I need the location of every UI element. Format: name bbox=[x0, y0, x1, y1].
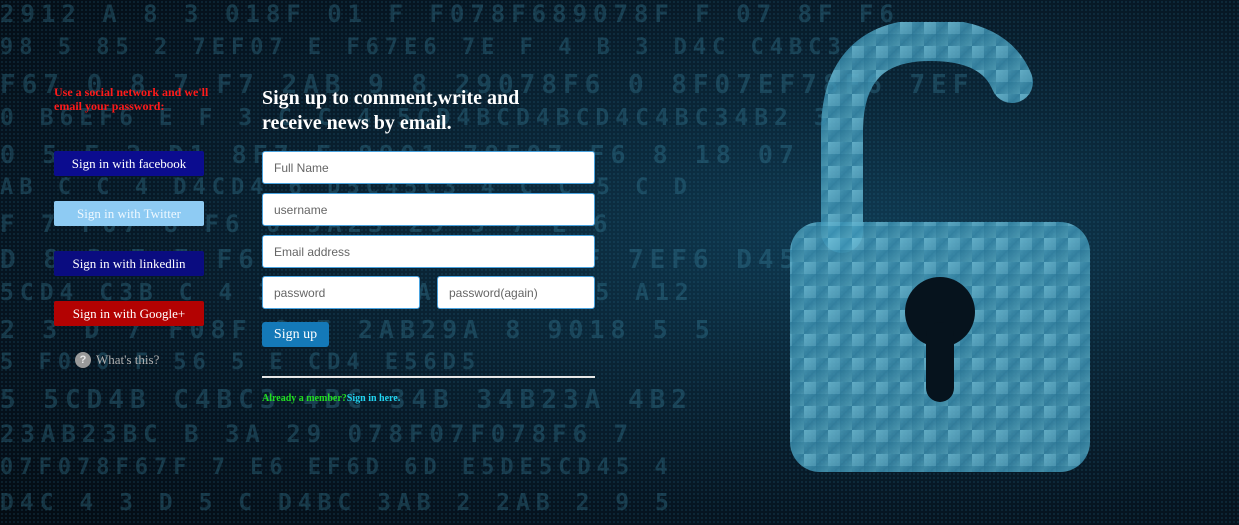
sign-in-twitter-button[interactable]: Sign in with Twitter bbox=[54, 201, 204, 226]
form-divider bbox=[262, 376, 595, 378]
already-member-text: Already a member? bbox=[262, 393, 347, 404]
sign-in-facebook-button[interactable]: Sign in with facebook bbox=[54, 151, 204, 176]
social-login-note: Use a social network and we'll email you… bbox=[54, 85, 209, 113]
password-input[interactable] bbox=[262, 276, 420, 309]
username-input[interactable] bbox=[262, 193, 595, 226]
whats-this-link[interactable]: ? What's this? bbox=[75, 351, 159, 369]
already-member-line: Already a member?Sign in here. bbox=[262, 393, 400, 404]
sign-up-button[interactable]: Sign up bbox=[262, 322, 329, 347]
password-again-input[interactable] bbox=[437, 276, 595, 309]
help-question-icon: ? bbox=[75, 352, 91, 368]
full-name-input[interactable] bbox=[262, 151, 595, 184]
whats-this-label: What's this? bbox=[96, 352, 160, 367]
signup-heading: Sign up to comment,write and receive new… bbox=[262, 87, 520, 134]
sign-in-google-button[interactable]: Sign in with Google+ bbox=[54, 301, 204, 326]
sign-in-here-link[interactable]: Sign in here. bbox=[347, 393, 400, 404]
signup-page: Use a social network and we'll email you… bbox=[0, 0, 1239, 525]
email-input[interactable] bbox=[262, 235, 595, 268]
unlocked-padlock-icon bbox=[790, 22, 1090, 472]
sign-in-linkedin-button[interactable]: Sign in with linkedlin bbox=[54, 251, 204, 276]
